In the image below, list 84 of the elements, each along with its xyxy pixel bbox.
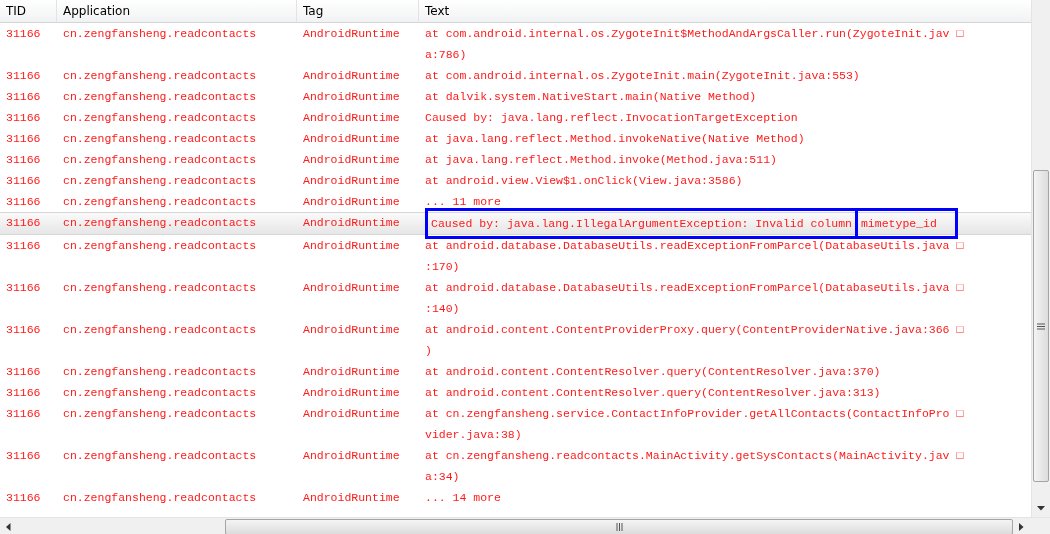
table-cell-text: cn.zengfansheng.readcontacts bbox=[62, 89, 258, 105]
log-text: at android.content.ContentResolver.query(ContentResolver.java:313) bbox=[425, 385, 882, 401]
table-cell-text: 31166 bbox=[5, 68, 42, 84]
table-cell-text: cn.zengfansheng.readcontacts bbox=[62, 194, 258, 210]
log-text: at com.android.internal.os.ZygoteInit.main(ZygoteInit.java:553) bbox=[425, 68, 861, 84]
table-cell-text: 31166 bbox=[5, 448, 42, 464]
log-text: at android.database.DatabaseUtils.readExceptionFromParcel(DatabaseUtils.java □ bbox=[425, 280, 965, 296]
column-header[interactable]: Tag bbox=[297, 0, 419, 23]
log-text: at android.content.ContentResolver.query(ContentResolver.java:370) bbox=[425, 364, 882, 380]
table-cell-text: AndroidRuntime bbox=[302, 194, 401, 210]
log-text: Caused by: java.lang.reflect.InvocationTargetException bbox=[425, 110, 799, 126]
table-cell-text: cn.zengfansheng.readcontacts bbox=[62, 131, 258, 147]
table-cell-text: 31166 bbox=[5, 131, 42, 147]
table-cell: cn.zengfansheng.readcontacts bbox=[57, 212, 297, 235]
scrollbar-thumb[interactable] bbox=[1033, 170, 1049, 482]
log-text: at cn.zengfansheng.readcontacts.MainActivity.getSysContacts(MainActivity.jav □ bbox=[425, 448, 965, 464]
table-cell-text: AndroidRuntime bbox=[302, 490, 401, 506]
table-cell-text: AndroidRuntime bbox=[302, 131, 401, 147]
scroll-left-icon[interactable] bbox=[6, 522, 11, 531]
log-text: at java.lang.reflect.Method.invoke(Method.java:511) bbox=[425, 152, 778, 168]
table-cell-text: AndroidRuntime bbox=[302, 173, 401, 189]
table-cell-text: AndroidRuntime bbox=[302, 110, 401, 126]
table-cell-text: 31166 bbox=[5, 89, 42, 105]
table-cell-text: 31166 bbox=[5, 110, 42, 126]
table-cell-text: cn.zengfansheng.readcontacts bbox=[62, 68, 258, 84]
grip-icon bbox=[1037, 322, 1045, 330]
table-cell-text: AndroidRuntime bbox=[302, 406, 401, 422]
table-cell-text: cn.zengfansheng.readcontacts bbox=[62, 26, 258, 42]
table-cell-text: 31166 bbox=[5, 26, 42, 42]
table-cell-text: 31166 bbox=[5, 322, 42, 338]
log-text: :140) bbox=[425, 301, 461, 317]
table-cell-text: 31166 bbox=[5, 194, 42, 210]
log-text: a:34) bbox=[425, 469, 461, 485]
table-cell-text: cn.zengfansheng.readcontacts bbox=[62, 238, 258, 254]
table-cell-text: 31166 bbox=[5, 280, 42, 296]
log-text: a:786) bbox=[425, 47, 468, 63]
grip-icon bbox=[615, 522, 623, 531]
table-cell-text: AndroidRuntime bbox=[302, 385, 401, 401]
table-cell-text: cn.zengfansheng.readcontacts bbox=[62, 173, 258, 189]
table-cell-text: AndroidRuntime bbox=[302, 448, 401, 464]
table-cell-text: AndroidRuntime bbox=[302, 364, 401, 380]
log-text: at com.android.internal.os.ZygoteInit$MethodAndArgsCaller.run(ZygoteInit.jav □ bbox=[425, 26, 965, 42]
log-text: at android.content.ContentProviderProxy.query(ContentProviderNative.java:366 □ bbox=[425, 322, 965, 338]
log-text: at cn.zengfansheng.service.ContactInfoProvider.getAllContacts(ContactInfoPro □ bbox=[425, 406, 965, 422]
table-cell-text: cn.zengfansheng.readcontacts bbox=[62, 152, 258, 168]
table-cell-text: 31166 bbox=[5, 385, 42, 401]
table-cell-text: cn.zengfansheng.readcontacts bbox=[62, 490, 258, 506]
log-text: ... 11 more bbox=[425, 194, 502, 210]
column-header[interactable]: TID bbox=[0, 0, 57, 23]
table-cell: 31166 bbox=[0, 212, 57, 235]
table-cell-text: cn.zengfansheng.readcontacts bbox=[62, 322, 258, 338]
table-cell-text: AndroidRuntime bbox=[302, 322, 401, 338]
log-text: at java.lang.reflect.Method.invokeNative(Native Method) bbox=[425, 131, 806, 147]
log-text: :170) bbox=[425, 259, 461, 275]
scroll-right-icon[interactable] bbox=[1019, 522, 1024, 531]
log-text: at dalvik.system.NativeStart.main(Native Method) bbox=[425, 89, 758, 105]
table-cell-text: AndroidRuntime bbox=[302, 26, 401, 42]
log-text: at android.view.View$1.onClick(View.java:3586) bbox=[425, 173, 744, 189]
table-cell-text: AndroidRuntime bbox=[302, 68, 401, 84]
table-cell-text: 31166 bbox=[5, 152, 42, 168]
table-cell-text: AndroidRuntime bbox=[302, 152, 401, 168]
table-cell-text: AndroidRuntime bbox=[302, 280, 401, 296]
column-header[interactable]: Application bbox=[57, 0, 297, 23]
scrollbar-thumb[interactable] bbox=[225, 518, 1013, 534]
table-cell-text: 31166 bbox=[5, 238, 42, 254]
log-text: ) bbox=[425, 343, 433, 359]
table-cell-text: cn.zengfansheng.readcontacts bbox=[62, 385, 258, 401]
log-text: at android.database.DatabaseUtils.readExceptionFromParcel(DatabaseUtils.java □ bbox=[425, 238, 965, 254]
table-cell: AndroidRuntime bbox=[297, 212, 419, 235]
table-cell-text: cn.zengfansheng.readcontacts bbox=[62, 280, 258, 296]
scroll-down-icon[interactable] bbox=[1037, 506, 1045, 511]
table-cell-text: AndroidRuntime bbox=[302, 89, 401, 105]
table-cell-text: AndroidRuntime bbox=[302, 238, 401, 254]
highlighted-text: Caused by: java.lang.IllegalArgumentException: Invalid column bbox=[425, 208, 858, 239]
log-text: ... 14 more bbox=[425, 490, 502, 506]
table-cell-text: 31166 bbox=[5, 406, 42, 422]
table-cell-text: cn.zengfansheng.readcontacts bbox=[62, 110, 258, 126]
table-cell-text: 31166 bbox=[5, 490, 42, 506]
table-cell-text: cn.zengfansheng.readcontacts bbox=[62, 448, 258, 464]
table-cell-text: 31166 bbox=[5, 173, 42, 189]
table-cell-text: cn.zengfansheng.readcontacts bbox=[62, 406, 258, 422]
table-cell-text: 31166 bbox=[5, 364, 42, 380]
log-text: vider.java:38) bbox=[425, 427, 523, 443]
table-cell-text: cn.zengfansheng.readcontacts bbox=[62, 364, 258, 380]
